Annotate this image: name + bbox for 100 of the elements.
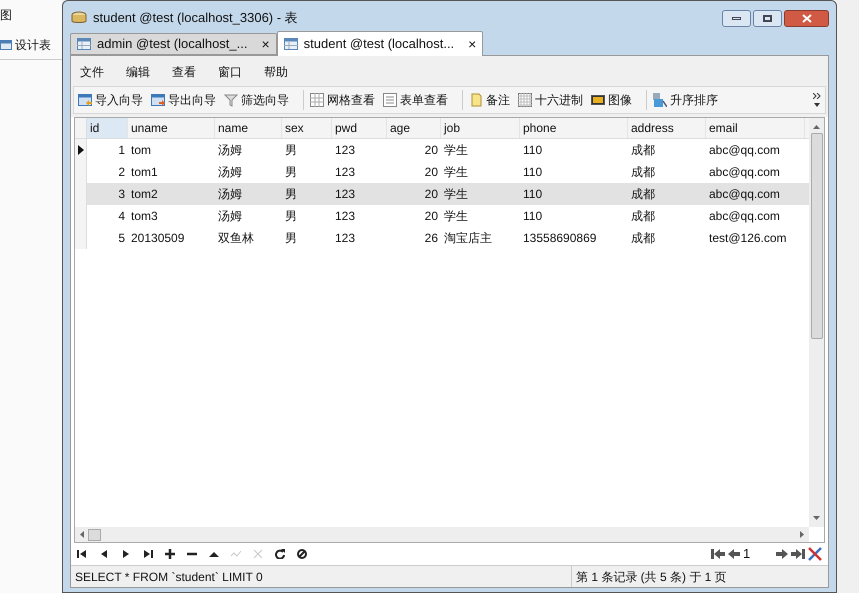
stop-icon[interactable] [297, 549, 307, 559]
column-header[interactable]: age [387, 118, 441, 138]
menu-item[interactable]: 文件 [80, 63, 104, 81]
current-row-icon [78, 145, 84, 155]
toolbar-button[interactable]: 导出向导 [151, 91, 216, 109]
maximize-button[interactable] [753, 10, 782, 27]
tab[interactable]: admin @test (localhost_... × [70, 33, 277, 55]
table-cell-text: 20130509 [130, 230, 186, 247]
scroll-thumb[interactable] [810, 133, 822, 339]
table-row[interactable]: 3 tom2 汤姆 男 123 20 学生 110 成都 abc@qq.com [75, 183, 809, 205]
table-cell-text: 成都 [630, 208, 656, 225]
column-header[interactable]: address [628, 118, 706, 138]
scroll-down-icon[interactable] [813, 516, 820, 521]
vertical-scrollbar[interactable] [809, 118, 824, 527]
refresh-icon[interactable] [275, 549, 285, 559]
toolbar-button[interactable]: 导入向导 [78, 91, 143, 109]
tab[interactable]: student @test (localhost... × [276, 31, 484, 56]
table-cell-text: tom1 [130, 164, 159, 181]
menu-item[interactable]: 图 [0, 6, 12, 24]
tab-close-button[interactable]: × [261, 34, 270, 54]
toolbar-icon [224, 93, 238, 107]
scroll-thumb[interactable] [88, 528, 101, 540]
table-cell-text: abc@qq.com [708, 208, 781, 225]
last-record-icon[interactable] [143, 549, 153, 559]
dropdown-icon[interactable] [814, 103, 820, 107]
tab-close-button[interactable]: × [468, 34, 476, 54]
design-table-button[interactable]: 设计表 [15, 36, 51, 54]
overflow-chevron-icon[interactable] [813, 93, 821, 99]
minimize-button[interactable] [722, 10, 751, 27]
toolbar-button[interactable]: 筛选向导 [224, 91, 289, 109]
table-cell-text: tom2 [130, 186, 159, 203]
toolbar-button[interactable]: 十六进制 [518, 91, 583, 109]
table-cell-text: 成都 [630, 230, 656, 247]
table-cell-text: 123 [334, 208, 356, 225]
column-header[interactable]: email [706, 118, 805, 138]
toolbar-icon [310, 93, 324, 107]
table-cell-text: 汤姆 [217, 186, 243, 203]
table-cell-text: 男 [284, 142, 298, 159]
close-button[interactable] [784, 10, 829, 27]
first-record-icon[interactable] [77, 549, 87, 559]
table-cell-text: 110 [522, 164, 544, 181]
column-header[interactable]: sex [282, 118, 332, 138]
table-cell-text: 男 [284, 230, 298, 247]
table-icon [77, 38, 91, 50]
table-cell-text: 汤姆 [217, 208, 243, 225]
table-cell-text: 110 [522, 142, 544, 159]
up-icon[interactable] [209, 549, 219, 559]
column-header[interactable]: id [87, 118, 128, 138]
next-record-icon[interactable] [121, 549, 131, 559]
toolbar-icon [518, 93, 532, 107]
column-header[interactable]: pwd [332, 118, 387, 138]
previous-page-icon[interactable] [728, 549, 740, 559]
toolbar-button[interactable]: 网格查看 [310, 91, 375, 109]
sql-query-text: SELECT * FROM `student` LIMIT 0 [74, 568, 264, 586]
column-header[interactable]: name [215, 118, 282, 138]
menu-item[interactable]: 编辑 [126, 63, 150, 81]
table-cell-text: 20 [424, 208, 439, 225]
table-cell-text: 男 [284, 208, 298, 225]
table-cell-text: 20 [424, 142, 439, 159]
window-title: student @test (localhost_3306) - 表 [93, 8, 298, 27]
column-header[interactable]: job [441, 118, 520, 138]
next-page-icon[interactable] [776, 549, 788, 559]
horizontal-scrollbar[interactable] [75, 527, 809, 542]
table-cell-text: 男 [284, 186, 298, 203]
table-cell-text: 123 [334, 186, 356, 203]
table-icon [284, 38, 298, 50]
previous-record-icon[interactable] [99, 549, 109, 559]
table-cell-text: 26 [424, 230, 439, 247]
close-icon [802, 14, 812, 23]
column-header[interactable]: uname [128, 118, 215, 138]
page-number-field[interactable]: 1 [743, 544, 773, 564]
toolbar-icon [469, 93, 483, 107]
table-cell-text: 成都 [630, 186, 656, 203]
scroll-right-icon[interactable] [800, 531, 804, 538]
table-cell-text: tom3 [130, 208, 159, 225]
row-header[interactable] [75, 139, 87, 161]
record-info-text: 第 1 条记录 (共 5 条) 于 1 页 [571, 566, 828, 587]
tab-label: student @test (localhost... [304, 35, 454, 54]
scroll-left-icon[interactable] [80, 531, 84, 538]
toolbar-button[interactable]: 备注 [469, 91, 510, 109]
column-header[interactable]: phone [520, 118, 628, 138]
scroll-up-icon[interactable] [813, 124, 820, 129]
table-cell-text: 123 [334, 142, 356, 159]
table-cell-text: abc@qq.com [708, 186, 781, 203]
last-page-icon[interactable] [791, 549, 805, 559]
add-icon[interactable] [165, 549, 175, 559]
table-cell-text: 学生 [443, 208, 469, 225]
table-cell-text: 学生 [443, 186, 469, 203]
toolbar-button[interactable]: 图像 [591, 91, 632, 109]
toolbar-button[interactable]: 表单查看 [383, 91, 448, 109]
menu-item[interactable]: 窗口 [218, 63, 242, 81]
table-cell-text: 成都 [630, 164, 656, 181]
first-page-icon[interactable] [711, 549, 725, 559]
table-cell-text: 双鱼林 [217, 230, 255, 247]
menu-item[interactable]: 查看 [172, 63, 196, 81]
menu-item[interactable]: 帮助 [264, 63, 288, 81]
table-cell-text: 学生 [443, 164, 469, 181]
table-cell-text: 男 [284, 164, 298, 181]
table-cell-text: 3 [117, 186, 126, 203]
toolbar-button[interactable]: 升序排序 [653, 91, 718, 109]
